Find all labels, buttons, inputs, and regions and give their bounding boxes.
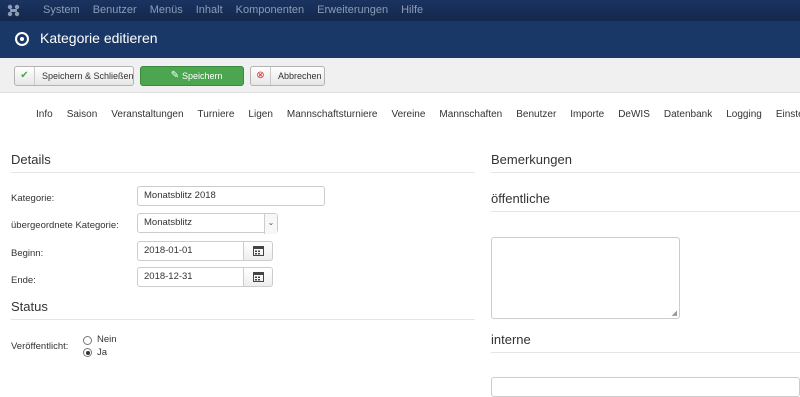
main-menu: System Benutzer Menüs Inhalt Komponenten… <box>43 0 436 21</box>
menu-item-help[interactable]: Hilfe <box>401 0 423 21</box>
start-date-calendar-button[interactable] <box>243 241 273 261</box>
radio-no[interactable] <box>83 336 92 345</box>
details-heading: Details <box>11 152 51 167</box>
tab-team-tournaments[interactable]: Mannschaftsturniere <box>287 109 378 120</box>
menu-item-extensions[interactable]: Erweiterungen <box>317 0 388 21</box>
menu-item-system[interactable]: System <box>43 0 80 21</box>
cancel-icon: ⊗ <box>251 67 271 85</box>
tab-users[interactable]: Benutzer <box>516 109 556 120</box>
title-bar: Kategorie editieren <box>0 21 800 58</box>
internal-remarks-textarea[interactable] <box>491 377 800 397</box>
menu-item-content[interactable]: Inhalt <box>196 0 223 21</box>
internal-remarks-heading: interne <box>491 332 531 347</box>
start-date-label: Beginn: <box>11 248 44 259</box>
calendar-icon <box>253 272 264 282</box>
menu-item-users[interactable]: Benutzer <box>93 0 137 21</box>
calendar-icon <box>253 246 264 256</box>
tab-clubs[interactable]: Vereine <box>392 109 426 120</box>
cancel-button[interactable]: ⊗ Abbrechen <box>250 66 325 86</box>
end-date-input[interactable]: 2018-12-31 <box>137 267 244 287</box>
checkmark-icon: ✔ <box>15 67 35 85</box>
page-title: Kategorie editieren <box>40 30 158 46</box>
divider <box>491 211 800 212</box>
tab-season[interactable]: Saison <box>67 109 98 120</box>
save-and-close-button[interactable]: ✔ Speichern & Schließen <box>14 66 134 86</box>
menu-item-components[interactable]: Komponenten <box>236 0 305 21</box>
tab-teams[interactable]: Mannschaften <box>439 109 502 120</box>
resize-handle-icon[interactable]: ◢ <box>672 309 677 317</box>
public-remarks-textarea[interactable]: ◢ <box>491 237 680 319</box>
divider <box>11 319 475 320</box>
tab-imports[interactable]: Importe <box>570 109 604 120</box>
tab-dewis[interactable]: DeWIS <box>618 109 650 120</box>
category-label: Kategorie: <box>11 193 55 204</box>
end-date-calendar-button[interactable] <box>243 267 273 287</box>
top-menu-bar: System Benutzer Menüs Inhalt Komponenten… <box>0 0 800 21</box>
tab-events[interactable]: Veranstaltungen <box>111 109 183 120</box>
tab-info[interactable]: Info <box>36 109 53 120</box>
tab-logging[interactable]: Logging <box>726 109 762 120</box>
tab-settings[interactable]: Einstellungen <box>776 109 800 120</box>
published-label: Veröffentlicht: <box>11 341 69 352</box>
divider <box>11 172 475 173</box>
toolbar: ✔ Speichern & Schließen ✎ Speichern ⊗ Ab… <box>0 58 800 93</box>
parent-category-select[interactable]: Monatsblitz ⌄ <box>137 213 278 234</box>
divider <box>491 172 800 173</box>
remarks-heading: Bemerkungen <box>491 152 572 167</box>
tab-tournaments[interactable]: Turniere <box>198 109 235 120</box>
parent-category-value: Monatsblitz <box>144 217 193 228</box>
public-remarks-heading: öffentliche <box>491 191 551 206</box>
radio-yes-label: Ja <box>97 347 108 358</box>
start-date-input[interactable]: 2018-01-01 <box>137 241 244 261</box>
tab-leagues[interactable]: Ligen <box>248 109 272 120</box>
divider <box>491 352 800 353</box>
joomla-logo-icon[interactable] <box>6 3 21 18</box>
radio-no-label: Nein <box>97 334 117 345</box>
target-icon <box>15 32 29 46</box>
end-date-label: Ende: <box>11 275 36 286</box>
status-heading: Status <box>11 299 48 314</box>
save-button[interactable]: ✎ Speichern <box>140 66 244 86</box>
parent-category-label: übergeordnete Kategorie: <box>11 220 119 231</box>
tab-database[interactable]: Datenbank <box>664 109 712 120</box>
radio-yes[interactable] <box>83 348 92 357</box>
tab-bar: Info Saison Veranstaltungen Turniere Lig… <box>36 109 800 120</box>
category-input[interactable]: Monatsblitz 2018 <box>137 186 325 206</box>
menu-item-menus[interactable]: Menüs <box>150 0 183 21</box>
chevron-down-icon: ⌄ <box>264 214 277 234</box>
